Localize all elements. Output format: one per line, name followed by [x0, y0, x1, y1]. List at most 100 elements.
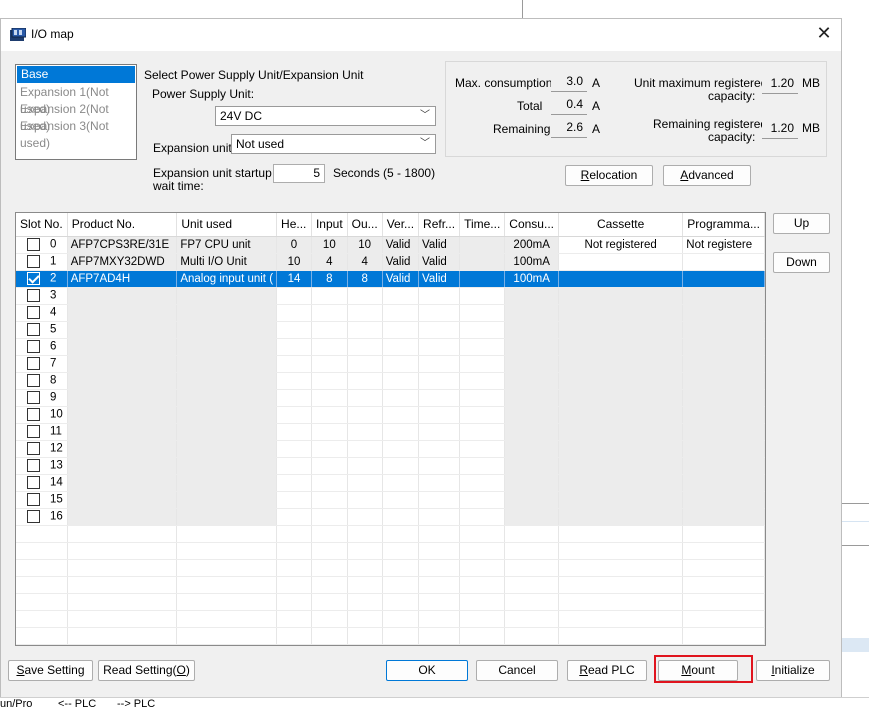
product-cell[interactable]	[67, 491, 178, 509]
head-cell[interactable]: 0	[276, 236, 312, 254]
input-cell[interactable]	[311, 440, 348, 458]
product-cell[interactable]: AFP7MXY32DWD	[67, 253, 178, 271]
cassette-cell[interactable]	[558, 253, 684, 271]
head-cell[interactable]	[276, 457, 312, 475]
input-cell[interactable]	[311, 457, 348, 475]
verify-cell[interactable]	[382, 355, 420, 373]
cassette-cell[interactable]	[558, 474, 684, 492]
output-cell[interactable]	[347, 321, 383, 339]
refresh-cell[interactable]: Valid	[418, 236, 461, 254]
time-cell[interactable]	[459, 304, 506, 322]
table-row[interactable]: 14	[16, 474, 765, 492]
list-item[interactable]: Base	[17, 66, 135, 83]
down-button[interactable]: Down	[773, 252, 830, 273]
head-cell[interactable]: 10	[276, 253, 312, 271]
unit-cell[interactable]	[176, 457, 278, 475]
product-cell[interactable]	[67, 338, 178, 356]
consumption-cell[interactable]: 200mA	[504, 236, 559, 254]
program-cell[interactable]	[682, 372, 765, 390]
time-cell[interactable]	[459, 321, 506, 339]
output-cell[interactable]: 4	[347, 253, 383, 271]
verify-cell[interactable]	[382, 287, 420, 305]
program-cell[interactable]	[682, 457, 765, 475]
verify-cell[interactable]	[382, 304, 420, 322]
input-cell[interactable]	[311, 389, 348, 407]
slot-cell[interactable]: 4	[16, 304, 68, 322]
time-cell[interactable]	[459, 287, 506, 305]
cassette-cell[interactable]: Not registered	[558, 236, 684, 254]
cassette-cell[interactable]	[558, 270, 684, 288]
unit-cell[interactable]	[176, 304, 278, 322]
refresh-cell[interactable]	[418, 304, 461, 322]
table-row[interactable]: 12	[16, 440, 765, 458]
time-cell[interactable]	[459, 355, 506, 373]
output-cell[interactable]	[347, 423, 383, 441]
head-cell[interactable]	[276, 287, 312, 305]
input-cell[interactable]	[311, 508, 348, 526]
program-cell[interactable]	[682, 389, 765, 407]
column-header[interactable]: Refr...	[418, 213, 461, 237]
refresh-cell[interactable]: Valid	[418, 270, 461, 288]
cassette-cell[interactable]	[558, 457, 684, 475]
time-cell[interactable]	[459, 372, 506, 390]
table-row[interactable]: 3	[16, 287, 765, 305]
product-cell[interactable]	[67, 474, 178, 492]
program-cell[interactable]	[682, 423, 765, 441]
head-cell[interactable]	[276, 406, 312, 424]
input-cell[interactable]	[311, 287, 348, 305]
time-cell[interactable]	[459, 491, 506, 509]
verify-cell[interactable]	[382, 423, 420, 441]
consumption-cell[interactable]	[504, 321, 559, 339]
program-cell[interactable]	[682, 355, 765, 373]
unit-listbox[interactable]: Base Expansion 1(Not used) Expansion 2(N…	[15, 64, 137, 160]
consumption-cell[interactable]	[504, 508, 559, 526]
cassette-cell[interactable]	[558, 287, 684, 305]
verify-cell[interactable]	[382, 338, 420, 356]
row-checkbox[interactable]	[27, 357, 40, 370]
head-cell[interactable]: 14	[276, 270, 312, 288]
input-cell[interactable]	[311, 491, 348, 509]
cassette-cell[interactable]	[558, 321, 684, 339]
program-cell[interactable]: Not registere	[682, 236, 765, 254]
cancel-button[interactable]: Cancel	[476, 660, 558, 681]
refresh-cell[interactable]	[418, 355, 461, 373]
taskbar-item[interactable]: <-- PLC	[58, 698, 96, 710]
slot-cell[interactable]: 12	[16, 440, 68, 458]
time-cell[interactable]	[459, 253, 506, 271]
head-cell[interactable]	[276, 355, 312, 373]
time-cell[interactable]	[459, 270, 506, 288]
row-checkbox[interactable]	[27, 238, 40, 251]
time-cell[interactable]	[459, 440, 506, 458]
initialize-button[interactable]: Initialize	[756, 660, 830, 681]
program-cell[interactable]	[682, 270, 765, 288]
consumption-cell[interactable]	[504, 491, 559, 509]
consumption-cell[interactable]	[504, 287, 559, 305]
refresh-cell[interactable]	[418, 423, 461, 441]
head-cell[interactable]	[276, 440, 312, 458]
ok-button[interactable]: OK	[386, 660, 468, 681]
head-cell[interactable]	[276, 304, 312, 322]
column-header[interactable]: Programma...	[682, 213, 765, 237]
verify-cell[interactable]: Valid	[382, 253, 420, 271]
refresh-cell[interactable]	[418, 406, 461, 424]
column-header[interactable]: Input	[311, 213, 348, 237]
column-header[interactable]: Time...	[459, 213, 506, 237]
input-cell[interactable]: 4	[311, 253, 348, 271]
up-button[interactable]: Up	[773, 213, 830, 234]
consumption-cell[interactable]	[504, 355, 559, 373]
table-row[interactable]: 9	[16, 389, 765, 407]
unit-cell[interactable]: Multi I/O Unit	[176, 253, 278, 271]
table-row[interactable]: 5	[16, 321, 765, 339]
unit-cell[interactable]	[176, 372, 278, 390]
table-row[interactable]: 0 AFP7CPS3RE/31E FP7 CPU unit 0 10 10 Valid Val…	[16, 236, 765, 254]
row-checkbox[interactable]	[27, 289, 40, 302]
table-row[interactable]: 6	[16, 338, 765, 356]
column-header[interactable]: Ver...	[382, 213, 420, 237]
table-row[interactable]: 7	[16, 355, 765, 373]
program-cell[interactable]	[682, 406, 765, 424]
cassette-cell[interactable]	[558, 406, 684, 424]
verify-cell[interactable]	[382, 406, 420, 424]
slot-cell[interactable]: 7	[16, 355, 68, 373]
input-cell[interactable]	[311, 372, 348, 390]
program-cell[interactable]	[682, 338, 765, 356]
